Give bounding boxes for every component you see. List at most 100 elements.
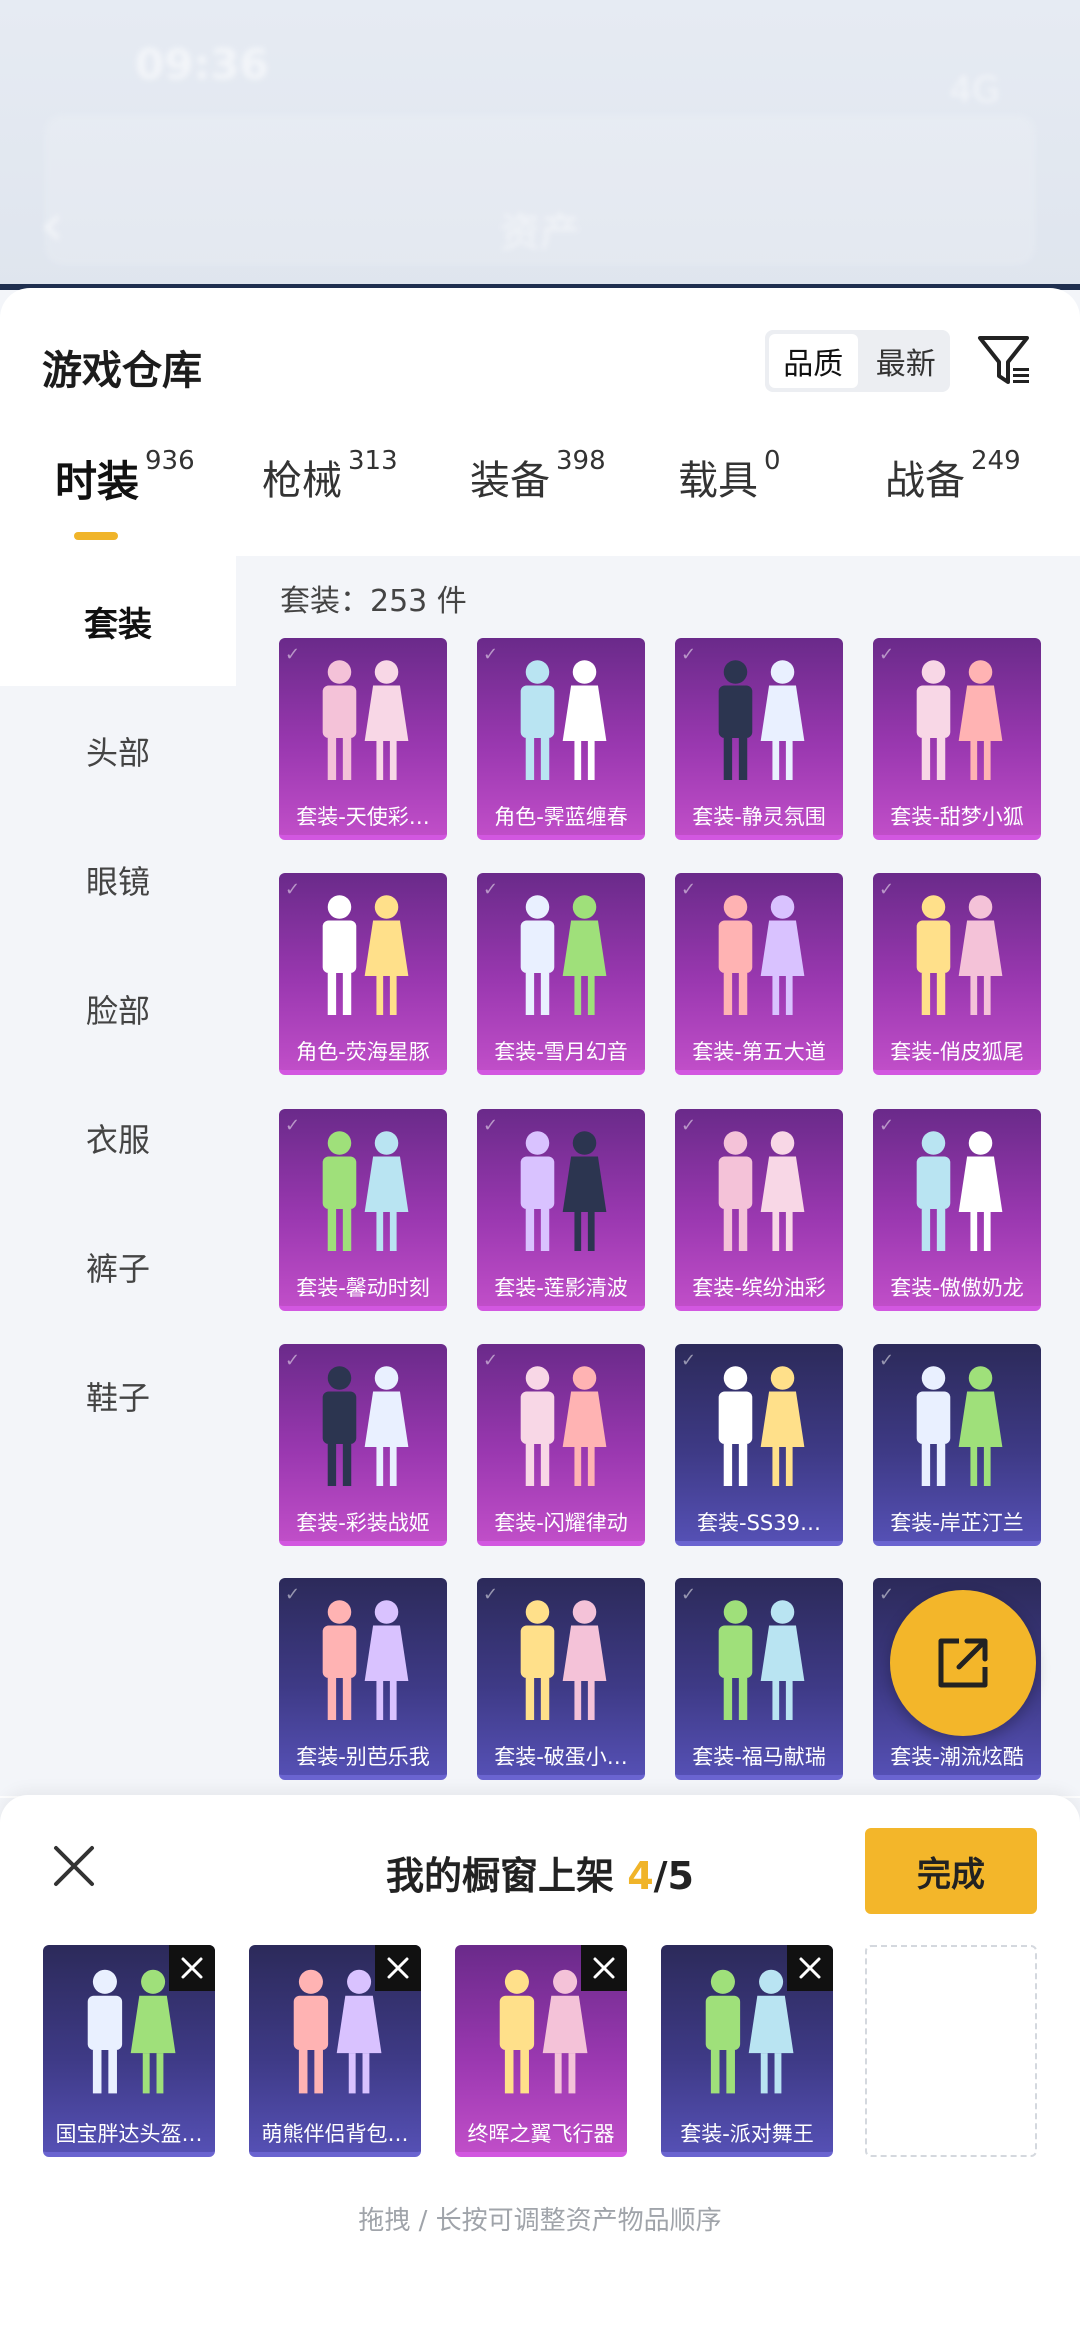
tab-count: 936 xyxy=(145,446,195,476)
item-card[interactable]: ✓ 套装-馨动时刻 xyxy=(279,1108,447,1311)
item-name: 套装-静灵氛围 xyxy=(692,804,826,829)
item-name: 套装-彩装战姬 xyxy=(296,1511,430,1535)
showcase-slot[interactable]: 萌熊伴侣背包… xyxy=(249,1945,421,2157)
item-image xyxy=(477,1119,645,1269)
item-name: 套装-潮流炫酷 xyxy=(890,1745,1024,1769)
sort-toggle[interactable]: 品质 最新 xyxy=(765,330,950,392)
item-card[interactable]: ✓ 角色-霁蓝缠春 xyxy=(477,637,645,840)
item-card[interactable]: ✓ 套装-岸芷汀兰 xyxy=(873,1344,1041,1546)
sidebar-item-head[interactable]: 头部 xyxy=(0,686,236,816)
sidebar-item-shoes[interactable]: 鞋子 xyxy=(0,1331,236,1461)
tab-supplies[interactable]: 战备 249 xyxy=(885,446,1021,506)
tab-label: 战备 xyxy=(885,458,965,504)
item-name: 套装-馨动时刻 xyxy=(296,1275,430,1300)
item-card[interactable]: ✓ 套装-天使彩… xyxy=(279,637,447,840)
remove-icon[interactable] xyxy=(787,1945,833,1991)
sidebar-item-face[interactable]: 脸部 xyxy=(0,944,236,1074)
empty-slot[interactable] xyxy=(865,1945,1037,2157)
remove-icon[interactable] xyxy=(375,1945,421,1991)
sidebar-item-suits[interactable]: 套装 xyxy=(0,556,236,686)
item-name: 套装-闪耀律动 xyxy=(494,1511,628,1535)
item-count: 套装：253 件 xyxy=(280,584,467,619)
item-card[interactable]: ✓ 套装-彩装战姬 xyxy=(279,1344,447,1546)
item-card[interactable]: ✓ 套装-破蛋小… xyxy=(477,1578,645,1780)
tab-count: 313 xyxy=(348,446,398,476)
background-title: 资产 xyxy=(500,210,580,256)
showcase-slot[interactable]: 套装-派对舞王 xyxy=(661,1945,833,2157)
remove-icon[interactable] xyxy=(581,1945,627,1991)
background-header: 09:36 4G ‹ 资产 xyxy=(0,0,1080,290)
item-image xyxy=(675,1119,843,1269)
item-name: 套装-甜梦小狐 xyxy=(890,804,1024,829)
tab-fashion[interactable]: 时装 936 xyxy=(55,446,195,509)
item-image xyxy=(873,648,1041,798)
sidebar-item-glasses[interactable]: 眼镜 xyxy=(0,815,236,945)
showcase-title-text: 我的橱窗上架 xyxy=(385,1854,628,1898)
slot-name: 套装-派对舞王 xyxy=(680,2122,814,2146)
tab-label: 载具 xyxy=(678,458,758,504)
item-name: 套装-岸芷汀兰 xyxy=(890,1511,1024,1535)
showcase-current-count: 4 xyxy=(627,1854,654,1898)
item-image xyxy=(279,648,447,798)
showcase-total-count: /5 xyxy=(653,1854,694,1898)
item-name: 套装-福马献瑞 xyxy=(692,1745,826,1769)
item-name: 套装-天使彩… xyxy=(296,804,430,829)
item-card[interactable]: ✓ 套装-莲影清波 xyxy=(477,1108,645,1311)
item-card[interactable]: ✓ 套装-雪月幻音 xyxy=(477,873,645,1075)
item-image xyxy=(477,1588,645,1738)
item-image xyxy=(873,1119,1041,1269)
item-name: 套装-雪月幻音 xyxy=(494,1040,628,1064)
done-button[interactable]: 完成 xyxy=(865,1828,1037,1914)
share-button[interactable] xyxy=(890,1590,1036,1736)
item-card[interactable]: ✓ 套装-俏皮狐尾 xyxy=(873,873,1041,1075)
sidebar: 套装 头部 眼镜 脸部 衣服 裤子 鞋子 xyxy=(0,556,236,1796)
sort-newest-button[interactable]: 最新 xyxy=(862,330,951,392)
tab-equipment[interactable]: 装备 398 xyxy=(470,446,606,506)
item-image xyxy=(279,1354,447,1504)
item-name: 角色-荧海星豚 xyxy=(296,1040,430,1064)
item-name: 套装-破蛋小… xyxy=(494,1745,628,1769)
item-card[interactable]: ✓ 套装-甜梦小狐 xyxy=(873,637,1041,840)
page-title: 游戏仓库 xyxy=(42,348,202,394)
item-card[interactable]: ✓ 角色-荧海星豚 xyxy=(279,873,447,1075)
item-card[interactable]: ✓ 套装-SS39… xyxy=(675,1344,843,1546)
item-name: 套装-莲影清波 xyxy=(494,1275,628,1300)
sidebar-item-clothes[interactable]: 衣服 xyxy=(0,1073,236,1203)
showcase-slot[interactable]: 终晖之翼飞行器 xyxy=(455,1945,627,2157)
item-name: 角色-霁蓝缠春 xyxy=(494,804,628,829)
item-image xyxy=(279,1119,447,1269)
item-image xyxy=(477,1354,645,1504)
showcase-panel: 我的橱窗上架 4/5 完成 国宝胖达头盔… 萌熊伴侣背包… 终晖之翼飞行器 套装… xyxy=(0,1795,1080,2348)
item-name: 套装-第五大道 xyxy=(692,1040,826,1064)
status-time: 09:36 xyxy=(135,40,269,89)
item-name: 套装-SS39… xyxy=(697,1511,821,1535)
item-name: 套装-俏皮狐尾 xyxy=(890,1040,1024,1064)
slot-name: 终晖之翼飞行器 xyxy=(467,2122,615,2146)
remove-icon[interactable] xyxy=(169,1945,215,1991)
item-card[interactable]: ✓ 套装-傲傲奶龙 xyxy=(873,1108,1041,1311)
item-card[interactable]: ✓ 套装-别芭乐我 xyxy=(279,1578,447,1780)
item-card[interactable]: ✓ 套装-闪耀律动 xyxy=(477,1344,645,1546)
item-card[interactable]: ✓ 套装-缤纷油彩 xyxy=(675,1108,843,1311)
item-card[interactable]: ✓ 套装-第五大道 xyxy=(675,873,843,1075)
tab-label: 枪械 xyxy=(262,458,342,504)
item-image xyxy=(675,648,843,798)
category-tabs: 时装 936 枪械 313 装备 398 载具 0 战备 249 xyxy=(0,446,1080,528)
sort-quality-button[interactable]: 品质 xyxy=(769,334,858,388)
tab-guns[interactable]: 枪械 313 xyxy=(262,446,398,506)
item-card[interactable]: ✓ 套装-静灵氛围 xyxy=(675,637,843,840)
sidebar-item-pants[interactable]: 裤子 xyxy=(0,1202,236,1332)
item-card[interactable]: ✓ 套装-福马献瑞 xyxy=(675,1578,843,1780)
filter-icon[interactable] xyxy=(975,330,1035,390)
tab-count: 0 xyxy=(764,446,781,476)
item-image xyxy=(279,883,447,1033)
showcase-slot[interactable]: 国宝胖达头盔… xyxy=(43,1945,215,2157)
item-image xyxy=(675,883,843,1033)
item-name: 套装-别芭乐我 xyxy=(296,1745,430,1769)
tab-vehicles[interactable]: 载具 0 xyxy=(678,446,781,506)
item-image xyxy=(477,883,645,1033)
item-name: 套装-缤纷油彩 xyxy=(692,1275,826,1300)
slot-name: 国宝胖达头盔… xyxy=(55,2122,203,2146)
tab-label: 装备 xyxy=(470,458,550,504)
reorder-hint: 拖拽 / 长按可调整资产物品顺序 xyxy=(358,2206,722,2236)
